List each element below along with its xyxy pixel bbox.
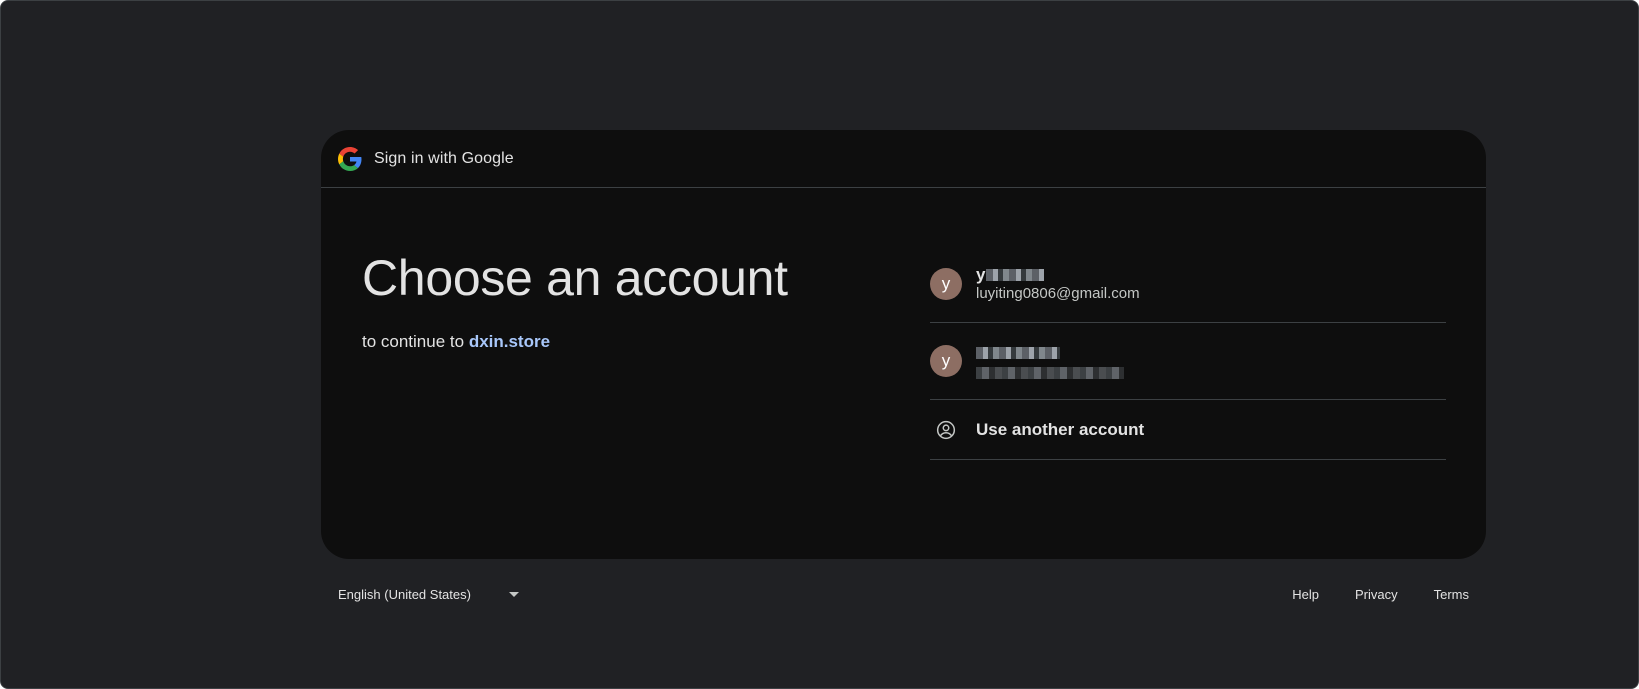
account-circle-icon [930,414,962,446]
caret-down-icon [508,591,519,597]
language-selector[interactable]: English (United States) [338,587,519,602]
page-title: Choose an account [362,250,788,306]
account-name: y [976,265,1140,285]
site-link[interactable]: dxin.store [469,332,550,351]
account-text [976,343,1124,379]
account-email: luyiting0806@gmail.com [976,285,1140,302]
account-name-visible: y [976,265,986,284]
redacted-name-block [976,347,1060,359]
account-item[interactable]: y y luyiting0806@gmail.com [930,246,1446,323]
redacted-name-block [986,269,1045,281]
account-list: y y luyiting0806@gmail.com y Use another… [930,246,1446,460]
sign-in-card: Sign in with Google Choose an account to… [321,130,1486,559]
avatar: y [930,345,962,377]
privacy-link[interactable]: Privacy [1355,587,1398,602]
avatar: y [930,268,962,300]
account-item[interactable]: y [930,323,1446,400]
page-background: Sign in with Google Choose an account to… [0,0,1639,689]
redacted-email-block [976,367,1124,379]
google-logo-icon [338,146,362,171]
card-header: Sign in with Google [321,130,1486,188]
footer: English (United States) Help Privacy Ter… [321,579,1486,609]
account-name [976,343,1124,363]
account-text: y luyiting0806@gmail.com [976,265,1140,303]
footer-links: Help Privacy Terms [1256,587,1469,602]
use-another-account-label: Use another account [976,419,1145,439]
language-label: English (United States) [338,586,471,602]
subtitle-prefix: to continue to [362,332,465,351]
use-another-account-button[interactable]: Use another account [930,400,1446,460]
terms-link[interactable]: Terms [1434,587,1469,602]
header-title: Sign in with Google [374,149,514,167]
intro-section: Choose an account to continue to dxin.st… [362,248,788,352]
help-link[interactable]: Help [1292,587,1319,602]
subtitle: to continue to dxin.store [362,332,788,352]
